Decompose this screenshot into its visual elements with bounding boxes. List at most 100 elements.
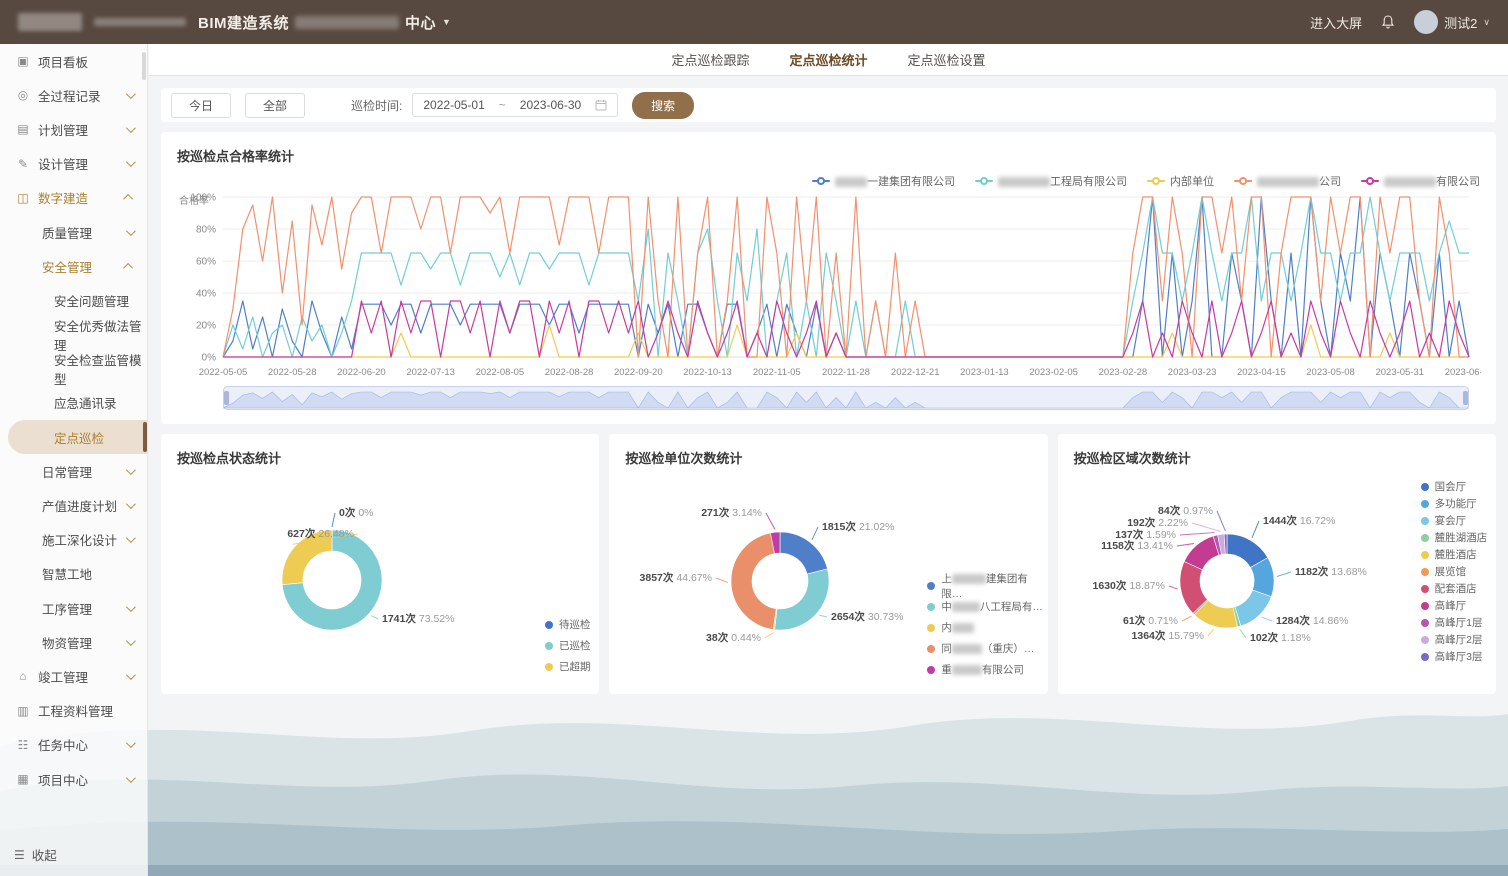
donut-legend-item-1[interactable]: 已巡检 (545, 635, 591, 656)
donut-legend-item-0[interactable]: 待巡检 (545, 614, 591, 635)
line-legend-item-3[interactable]: 公司 (1234, 173, 1341, 189)
sidebar-item-物资管理[interactable]: 物资管理 (0, 625, 147, 659)
chevron-down-icon (126, 123, 136, 133)
legend-label: 中八工程局有… (941, 599, 1043, 614)
app-header: BIM建造系统 中心 ▼ 进入大屏 测试2 ∨ (0, 0, 1508, 44)
redacted-text (952, 574, 986, 584)
sidebar-item-label: 全过程记录 (38, 86, 101, 105)
content: 今日 全部 巡检时间: 2022-05-01 ~ 2023-06-30 搜索 按… (149, 76, 1508, 694)
chevron-down-icon (126, 773, 136, 783)
date-range-picker[interactable]: 2022-05-01 ~ 2023-06-30 (412, 93, 618, 117)
donut-chart: 0次0%1741次73.52%627次26.48% (161, 434, 599, 694)
legend-dot (1421, 551, 1429, 559)
sidebar-item-质量管理[interactable]: 质量管理 (0, 215, 147, 249)
sidebar-collapse-button[interactable]: ☰ 收起 (14, 845, 57, 864)
all-button[interactable]: 全部 (245, 93, 305, 118)
sidebar-item-项目中心[interactable]: ▦项目中心 (0, 762, 147, 796)
donut-legend-item-0[interactable]: 国会厅 (1421, 478, 1488, 495)
legend-dot (1421, 585, 1429, 593)
donut-slice-company[interactable] (731, 533, 776, 630)
donut-legend-item-2[interactable]: 已超期 (545, 656, 591, 677)
date-end-value[interactable]: 2023-06-30 (520, 98, 581, 112)
sidebar-item-全过程记录[interactable]: ◎全过程记录 (0, 78, 147, 112)
donut-legend-item-1[interactable]: 多功能厅 (1421, 495, 1488, 512)
sidebar-item-安全检查监管模型[interactable]: 安全检查监管模型 (0, 352, 147, 386)
donut-label: 192次2.22% (1127, 516, 1188, 529)
chevron-down-icon (126, 157, 136, 167)
legend-label: 麓胜酒店 (1435, 547, 1477, 562)
user-menu[interactable]: 测试2 ∨ (1414, 10, 1490, 34)
sidebar-item-工序管理[interactable]: 工序管理 (0, 591, 147, 625)
redacted-text (835, 177, 867, 187)
app-title[interactable]: BIM建造系统 中心 ▼ (198, 12, 451, 33)
pass-rate-chart-card: 按巡检点合格率统计 一建集团有限公司工程局有限公司内部单位公司有限公司 合格率 … (161, 132, 1496, 424)
legend-label: 高峰厅 (1435, 598, 1467, 613)
donut-legend-item-4[interactable]: 麓胜酒店 (1421, 546, 1488, 563)
donut-slice-company[interactable] (775, 569, 829, 630)
tab-定点巡检统计[interactable]: 定点巡检统计 (787, 48, 869, 71)
today-button[interactable]: 今日 (171, 93, 231, 118)
line-legend-item-2[interactable]: 内部单位 (1147, 173, 1214, 189)
donut-legend-item-3[interactable]: 麓胜湖酒店 (1421, 529, 1488, 546)
sidebar-item-设计管理[interactable]: ✎设计管理 (0, 147, 147, 181)
sidebar-item-产值进度计划[interactable]: 产值进度计划 (0, 488, 147, 522)
donut-legend-item-8[interactable]: 高峰厅1层 (1421, 614, 1488, 631)
sidebar-item-竣工管理[interactable]: ⌂竣工管理 (0, 659, 147, 693)
sidebar-item-计划管理[interactable]: ▤计划管理 (0, 112, 147, 146)
enter-big-screen-button[interactable]: 进入大屏 (1310, 13, 1362, 32)
redacted-text (952, 644, 982, 654)
donut-label: 1630次18.87% (1092, 579, 1164, 592)
sidebar-item-应急通讯录[interactable]: 应急通讯录 (0, 386, 147, 420)
legend-ring (1239, 177, 1247, 185)
sidebar-item-安全问题管理[interactable]: 安全问题管理 (0, 283, 147, 317)
donut-legend-item-3[interactable]: 同（重庆）… (927, 638, 1047, 659)
legend-dot (545, 621, 553, 629)
sidebar-item-安全优秀做法管理[interactable]: 安全优秀做法管理 (0, 318, 147, 352)
line-legend-marker (812, 176, 830, 186)
search-button[interactable]: 搜索 (632, 92, 694, 119)
donut-legend-item-9[interactable]: 高峰厅2层 (1421, 631, 1488, 648)
chevron-down-icon (126, 226, 136, 236)
sidebar-item-智慧工地[interactable]: 智慧工地 (0, 557, 147, 591)
donut-legend-item-10[interactable]: 高峰厅3层 (1421, 648, 1488, 665)
donut-legend-item-2[interactable]: 宴会厅 (1421, 512, 1488, 529)
donut-legend-item-7[interactable]: 高峰厅 (1421, 597, 1488, 614)
line-legend-item-4[interactable]: 有限公司 (1361, 173, 1480, 189)
legend-label: 配套酒店 (1435, 581, 1477, 596)
project-icon: ▦ (16, 772, 30, 786)
sidebar-item-label: 产值进度计划 (42, 496, 117, 515)
donut-legend-item-2[interactable]: 内 (927, 617, 1047, 638)
donut-slice-宴会厅[interactable] (1235, 590, 1271, 626)
sidebar-item-安全管理[interactable]: 安全管理 (0, 249, 147, 283)
sidebar-item-数字建造[interactable]: ◫数字建造 (0, 181, 147, 215)
tab-定点巡检跟踪[interactable]: 定点巡检跟踪 (669, 48, 751, 71)
sidebar-item-label: 安全检查监管模型 (54, 350, 147, 388)
chevron-down-icon (126, 89, 136, 99)
area-donut-card: 按巡检区域次数统计 1444次16.72%1182次13.68%1284次14.… (1058, 434, 1496, 694)
donut-legend-item-4[interactable]: 重有限公司 (927, 659, 1047, 680)
donut-legend-item-0[interactable]: 上建集团有限… (927, 575, 1047, 596)
donut-slice-company[interactable] (780, 532, 827, 574)
sidebar-item-日常管理[interactable]: 日常管理 (0, 454, 147, 488)
sidebar-scrollbar-thumb[interactable] (142, 52, 146, 80)
line-legend-item-1[interactable]: 工程局有限公司 (975, 173, 1127, 189)
svg-text:2022-09-20: 2022-09-20 (614, 367, 663, 378)
sidebar-item-定点巡检[interactable]: 定点巡检 (8, 420, 147, 454)
datazoom-slider[interactable] (223, 386, 1469, 410)
time-filter-label: 巡检时间: (351, 97, 402, 114)
sidebar-item-label: 竣工管理 (38, 667, 88, 686)
legend-label: 重有限公司 (941, 662, 1024, 677)
bell-icon[interactable] (1380, 14, 1396, 30)
sidebar-item-工程资料管理[interactable]: ▥工程资料管理 (0, 694, 147, 728)
date-start-value[interactable]: 2022-05-01 (423, 98, 484, 112)
logo-subtitle-redacted (94, 18, 186, 26)
sidebar-item-项目看板[interactable]: ▣项目看板 (0, 44, 147, 78)
sidebar-item-任务中心[interactable]: ☷任务中心 (0, 728, 147, 762)
line-legend-item-0[interactable]: 一建集团有限公司 (812, 173, 955, 189)
tab-定点巡检设置[interactable]: 定点巡检设置 (906, 48, 988, 71)
app-title-text: BIM建造系统 (198, 12, 289, 33)
sidebar-item-施工深化设计[interactable]: 施工深化设计 (0, 523, 147, 557)
donut-legend-item-1[interactable]: 中八工程局有… (927, 596, 1047, 617)
donut-legend-item-5[interactable]: 展览馆 (1421, 563, 1488, 580)
donut-legend-item-6[interactable]: 配套酒店 (1421, 580, 1488, 597)
